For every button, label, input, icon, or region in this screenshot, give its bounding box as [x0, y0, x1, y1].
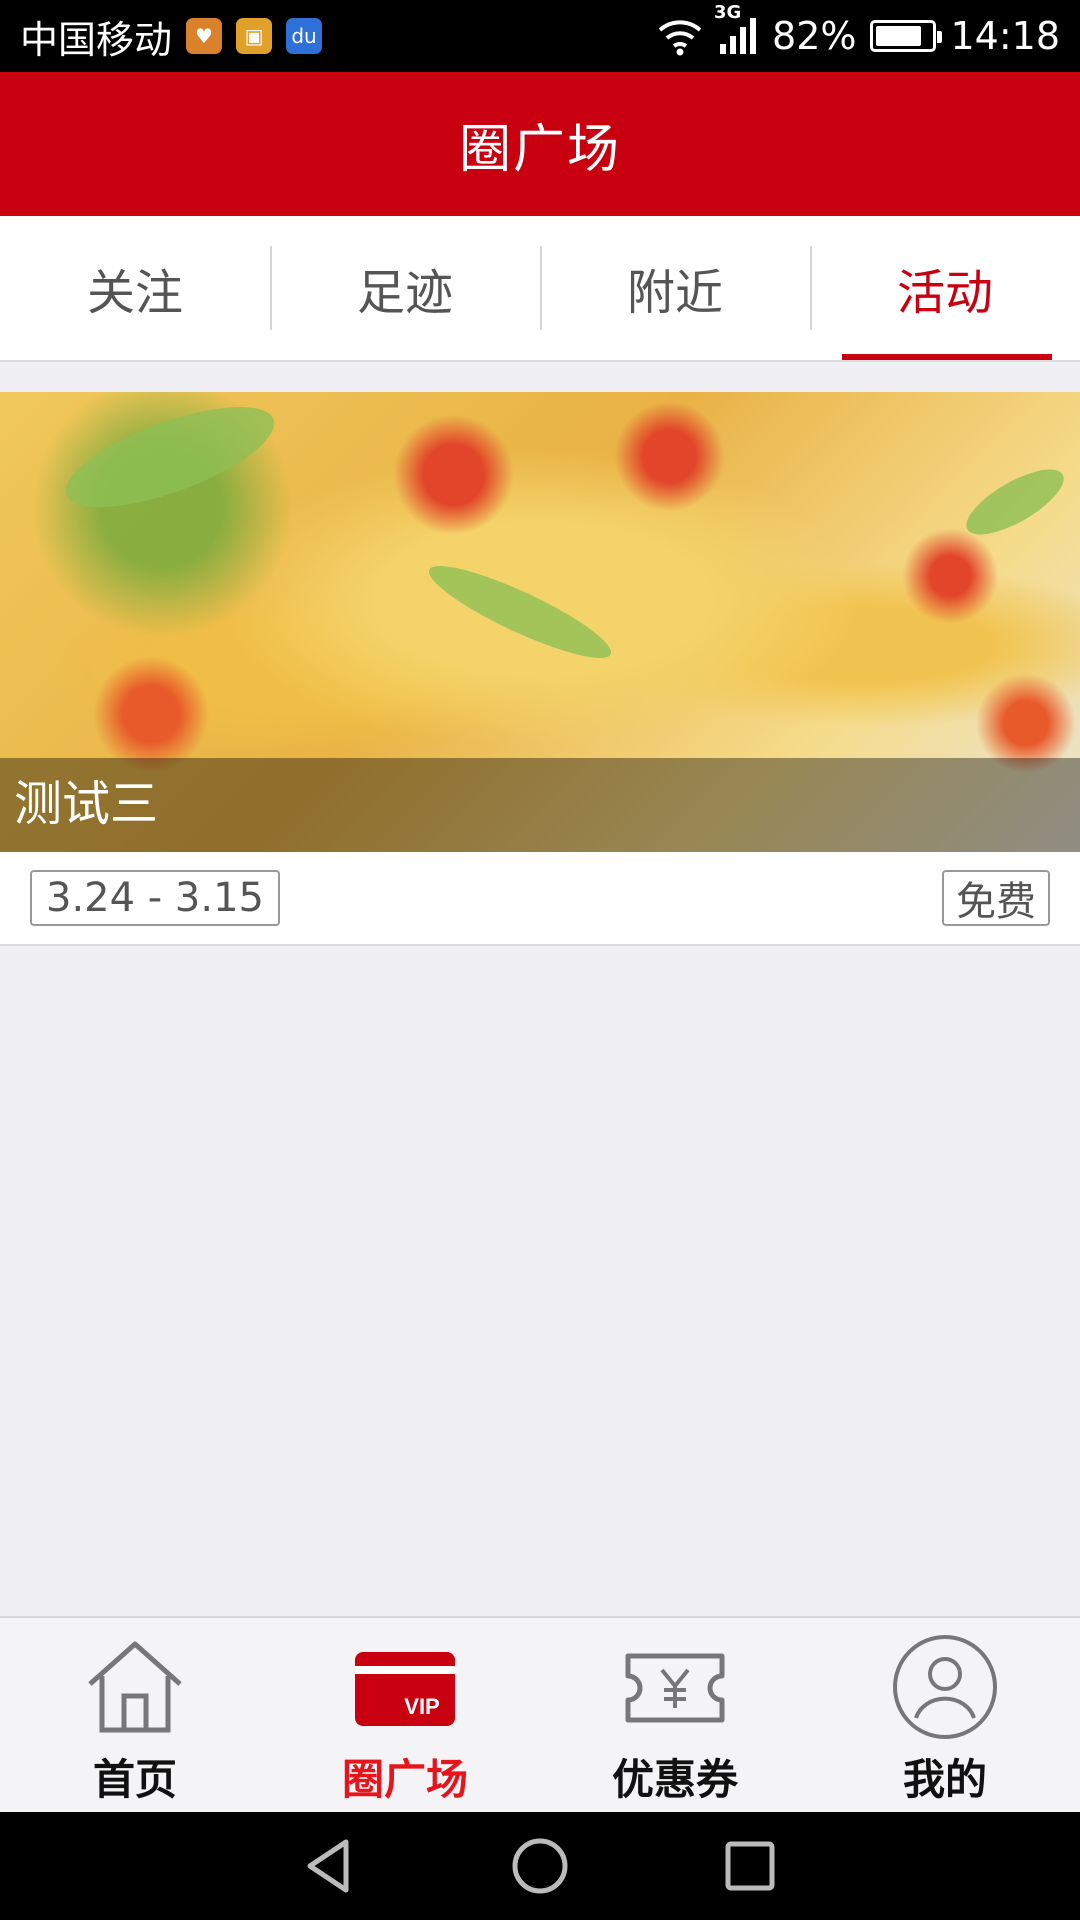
home-circle-icon[interactable] [510, 1836, 570, 1896]
tab-label: 足迹 [356, 265, 453, 321]
coupon-icon [625, 1653, 725, 1723]
activity-title: 测试三 [14, 776, 159, 832]
vip-card-icon: VIP [355, 1652, 455, 1726]
price-badge: 免费 [942, 870, 1050, 926]
date-range-badge: 3.24 - 3.15 [30, 870, 280, 926]
battery-percent: 82% [772, 14, 857, 58]
activity-image: 测试三 [0, 392, 1080, 852]
tab-footprint[interactable]: 足迹 [270, 216, 540, 360]
status-bar: 中国移动 ♥ ▣ du 3G 82% 14:18 [0, 0, 1080, 72]
tab-underline [842, 354, 1052, 360]
app-header: 圈广场 [0, 72, 1080, 216]
tab-bar: 关注 足迹 附近 活动 [0, 216, 1080, 362]
title-overlay [0, 758, 1080, 852]
recents-icon[interactable] [720, 1836, 780, 1896]
bottom-nav: 首页 VIP 圈广场 优惠券 我的 [0, 1616, 1080, 1812]
home-icon [88, 1641, 182, 1733]
battery-icon [870, 20, 943, 52]
nav-profile[interactable]: 我的 [810, 1618, 1080, 1812]
tab-nearby[interactable]: 附近 [540, 216, 810, 360]
status-left: 中国移动 ♥ ▣ du [20, 9, 323, 64]
network-type: 3G [714, 2, 742, 23]
health-app-icon: ♥ [186, 18, 223, 54]
carrier-name: 中国移动 [20, 17, 173, 62]
tab-label: 活动 [896, 265, 993, 321]
status-right: 3G 82% 14:18 [656, 2, 1060, 58]
wifi-icon [658, 20, 702, 56]
garnish-shape [54, 392, 286, 528]
nav-label: 我的 [902, 1755, 987, 1804]
back-icon[interactable] [300, 1836, 360, 1896]
tab-label: 关注 [86, 265, 183, 321]
tab-follow[interactable]: 关注 [0, 216, 270, 360]
clock: 14:18 [950, 14, 1060, 58]
svg-text:VIP: VIP [404, 1694, 439, 1719]
shopping-app-icon: ▣ [236, 18, 273, 54]
baidu-app-icon: du [286, 18, 323, 54]
tab-label: 附近 [626, 265, 723, 321]
nav-label: 圈广场 [341, 1755, 468, 1804]
nav-coupons[interactable]: 优惠券 [540, 1618, 810, 1812]
profile-icon [893, 1635, 997, 1739]
garnish-shape [420, 551, 620, 673]
nav-label: 首页 [92, 1755, 177, 1804]
signal-group: 3G [714, 2, 758, 56]
nav-label: 优惠券 [611, 1755, 738, 1804]
nav-home[interactable]: 首页 [0, 1618, 270, 1812]
battery-fill [876, 26, 921, 46]
garnish-shape [957, 457, 1073, 547]
nav-circle-plaza[interactable]: VIP 圈广场 [270, 1618, 540, 1812]
activity-card[interactable]: 测试三 3.24 - 3.15 免费 [0, 392, 1080, 946]
tab-activities[interactable]: 活动 [810, 216, 1080, 360]
page-title: 圈广场 [458, 119, 621, 180]
system-nav-bar [0, 1812, 1080, 1920]
